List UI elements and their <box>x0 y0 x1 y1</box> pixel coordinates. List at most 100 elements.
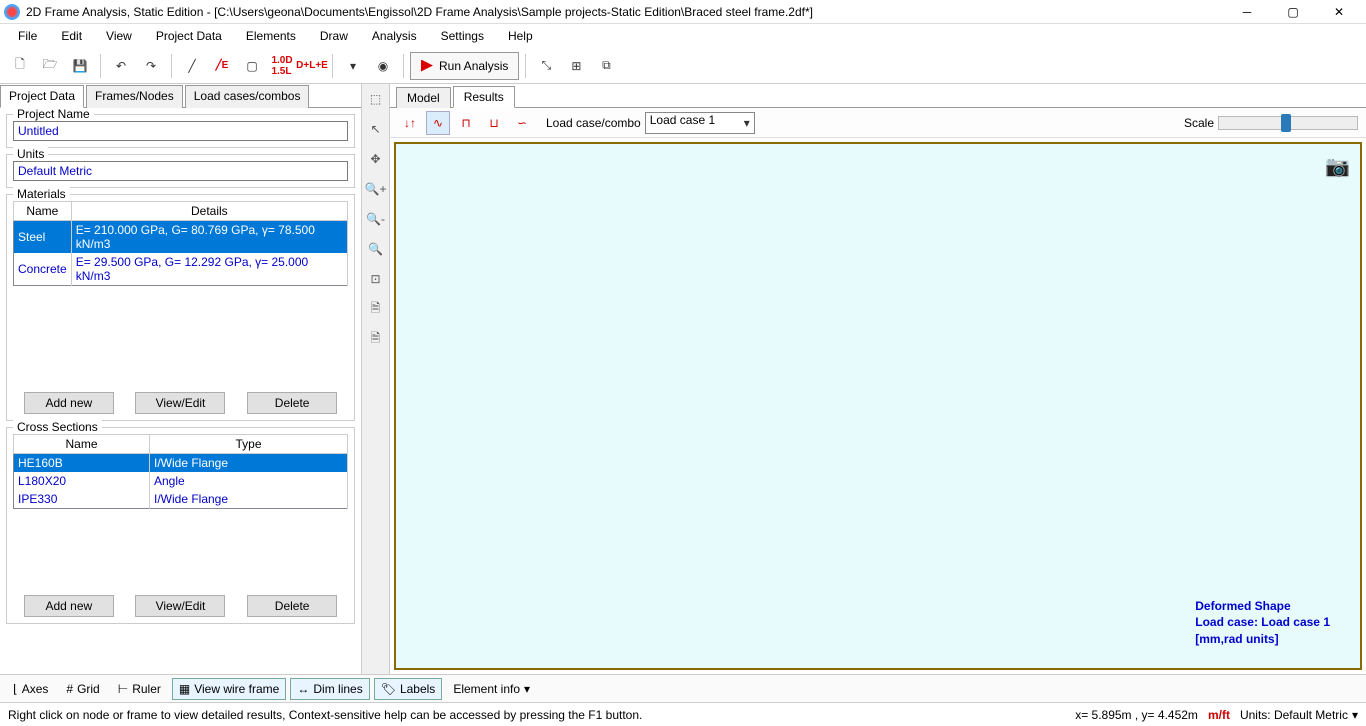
menu-bar: File Edit View Project Data Elements Dra… <box>0 24 1366 48</box>
bottom-toolbar: ⌊ Axes # Grid ⊢ Ruler ▦ View wire frame … <box>0 674 1366 702</box>
close-button[interactable]: ✕ <box>1316 0 1362 24</box>
table-row[interactable]: HE160BI/Wide Flange <box>14 454 348 473</box>
toggle-ruler[interactable]: ⊢ Ruler <box>111 678 168 700</box>
menu-elements[interactable]: Elements <box>236 26 306 46</box>
units-toggle-icon[interactable]: m/ft <box>1208 708 1230 722</box>
pan-icon[interactable]: ✥ <box>365 148 387 170</box>
redo-icon[interactable]: ↷ <box>137 52 165 80</box>
group-units: Units <box>6 154 355 188</box>
menu-help[interactable]: Help <box>498 26 543 46</box>
zoom-area-icon[interactable]: ⊡ <box>365 268 387 290</box>
left-tabs: Project Data Frames/Nodes Load cases/com… <box>0 84 361 108</box>
sections-delete-button[interactable]: Delete <box>247 595 337 617</box>
units-input[interactable] <box>13 161 348 181</box>
canvas-caption: Deformed Shape Load case: Load case 1 [m… <box>1195 598 1330 648</box>
materials-delete-button[interactable]: Delete <box>247 392 337 414</box>
results-toolbar: ↓↑ ∿ ⊓ ⊔ ∽ Load case/combo Load case 1 S… <box>390 108 1366 138</box>
results-table-icon[interactable]: ⊞ <box>562 52 590 80</box>
result-shear-icon[interactable]: ⊔ <box>482 111 506 135</box>
minimize-button[interactable]: ─ <box>1224 0 1270 24</box>
table-row[interactable]: SteelE= 210.000 GPa, G= 80.769 GPa, γ= 7… <box>14 221 348 254</box>
result-deformed-icon[interactable]: ∿ <box>426 111 450 135</box>
toggle-axes[interactable]: ⌊ Axes <box>6 678 55 700</box>
tab-load-cases[interactable]: Load cases/combos <box>185 85 310 108</box>
node-icon[interactable]: ◉ <box>369 52 397 80</box>
materials-view-button[interactable]: View/Edit <box>135 392 225 414</box>
results-diagram-icon[interactable]: ⤡ <box>532 52 560 80</box>
run-analysis-button[interactable]: Run Analysis <box>410 52 519 80</box>
canvas-toolstrip: ⬚ ↖ ✥ 🔍+ 🔍- 🔍 ⊡ 🗎 🗎 <box>362 84 390 674</box>
draw-member-icon[interactable]: ╱ <box>178 52 206 80</box>
status-units[interactable]: Units: Default Metric <box>1240 708 1348 722</box>
save-file-icon[interactable]: 💾 <box>66 52 94 80</box>
app-icon <box>4 4 20 20</box>
title-bar: 2D Frame Analysis, Static Edition - [C:\… <box>0 0 1366 24</box>
tab-results[interactable]: Results <box>453 86 515 108</box>
materials-table[interactable]: NameDetails SteelE= 210.000 GPa, G= 80.7… <box>13 201 348 286</box>
menu-draw[interactable]: Draw <box>310 26 358 46</box>
tab-model[interactable]: Model <box>396 87 451 108</box>
scale-slider[interactable] <box>1218 116 1358 130</box>
load-dle-icon[interactable]: D+L+E <box>298 52 326 80</box>
status-coords: x= 5.895m , y= 4.452m <box>1075 708 1198 722</box>
group-sections: Cross Sections NameType HE160BI/Wide Fla… <box>6 427 355 624</box>
result-reactions-icon[interactable]: ↓↑ <box>398 111 422 135</box>
menu-edit[interactable]: Edit <box>51 26 92 46</box>
open-file-icon[interactable]: 🗁 <box>36 52 64 80</box>
zoom-in-icon[interactable]: 🔍+ <box>365 178 387 200</box>
toggle-grid[interactable]: # Grid <box>59 678 106 700</box>
menu-analysis[interactable]: Analysis <box>362 26 427 46</box>
toggle-dimlines[interactable]: ↔ Dim lines <box>290 678 369 700</box>
select-icon[interactable]: ⬚ <box>365 88 387 110</box>
copy-icon[interactable]: ⧉ <box>592 52 620 80</box>
toggle-labels[interactable]: 🏷 Labels <box>374 678 443 700</box>
export-dxf-icon[interactable]: 🗎 <box>365 298 387 320</box>
scale-label: Scale <box>1184 116 1214 130</box>
status-bar: Right click on node or frame to view det… <box>0 702 1366 726</box>
result-axial-icon[interactable]: ⊓ <box>454 111 478 135</box>
units-label: Units <box>13 147 48 161</box>
table-row[interactable]: L180X20Angle <box>14 472 348 490</box>
export-report-icon[interactable]: 🗎 <box>365 328 387 350</box>
undo-icon[interactable]: ↶ <box>107 52 135 80</box>
window-title: 2D Frame Analysis, Static Edition - [C:\… <box>26 5 1224 19</box>
group-project-name: Project Name <box>6 114 355 148</box>
main-toolbar: 🗋 🗁 💾 ↶ ↷ ╱ ╱E ▢ 1.0D1.5L D+L+E ▾ ◉ Run … <box>0 48 1366 84</box>
load-combo-icon[interactable]: 1.0D1.5L <box>268 52 296 80</box>
project-name-label: Project Name <box>13 108 94 121</box>
maximize-button[interactable]: ▢ <box>1270 0 1316 24</box>
sections-view-button[interactable]: View/Edit <box>135 595 225 617</box>
loadcase-select[interactable]: Load case 1 <box>645 112 755 134</box>
menu-file[interactable]: File <box>8 26 47 46</box>
tab-frames-nodes[interactable]: Frames/Nodes <box>86 85 183 108</box>
canvas-area: Model Results ↓↑ ∿ ⊓ ⊔ ∽ Load case/combo… <box>390 84 1366 674</box>
status-hint: Right click on node or frame to view det… <box>8 708 642 722</box>
pointer-icon[interactable]: ↖ <box>365 118 387 140</box>
menu-settings[interactable]: Settings <box>431 26 494 46</box>
table-row[interactable]: IPE330I/Wide Flange <box>14 490 348 509</box>
new-file-icon[interactable]: 🗋 <box>6 52 34 80</box>
run-label: Run Analysis <box>439 59 508 73</box>
left-panel: Project Data Frames/Nodes Load cases/com… <box>0 84 362 674</box>
play-icon <box>421 60 433 72</box>
materials-add-button[interactable]: Add new <box>24 392 114 414</box>
draw-release-icon[interactable]: ╱E <box>208 52 236 80</box>
zoom-fit-icon[interactable]: 🔍 <box>365 238 387 260</box>
loadcase-label: Load case/combo <box>546 116 641 130</box>
table-row[interactable]: ConcreteE= 29.500 GPa, G= 12.292 GPa, γ=… <box>14 253 348 286</box>
model-canvas[interactable]: 📷 Deformed Shape Load case: Load case 1 … <box>394 142 1362 670</box>
sections-add-button[interactable]: Add new <box>24 595 114 617</box>
support-icon[interactable]: ▾ <box>339 52 367 80</box>
tab-project-data[interactable]: Project Data <box>0 85 84 108</box>
sections-table[interactable]: NameType HE160BI/Wide Flange L180X20Angl… <box>13 434 348 509</box>
result-moment-icon[interactable]: ∽ <box>510 111 534 135</box>
zoom-out-icon[interactable]: 🔍- <box>365 208 387 230</box>
group-materials: Materials NameDetails SteelE= 210.000 GP… <box>6 194 355 421</box>
menu-project-data[interactable]: Project Data <box>146 26 232 46</box>
menu-view[interactable]: View <box>96 26 142 46</box>
project-name-input[interactable] <box>13 121 348 141</box>
materials-label: Materials <box>13 187 70 201</box>
element-info-dropdown[interactable]: Element info ▾ <box>446 678 537 700</box>
draw-section-icon[interactable]: ▢ <box>238 52 266 80</box>
toggle-wireframe[interactable]: ▦ View wire frame <box>172 678 286 700</box>
